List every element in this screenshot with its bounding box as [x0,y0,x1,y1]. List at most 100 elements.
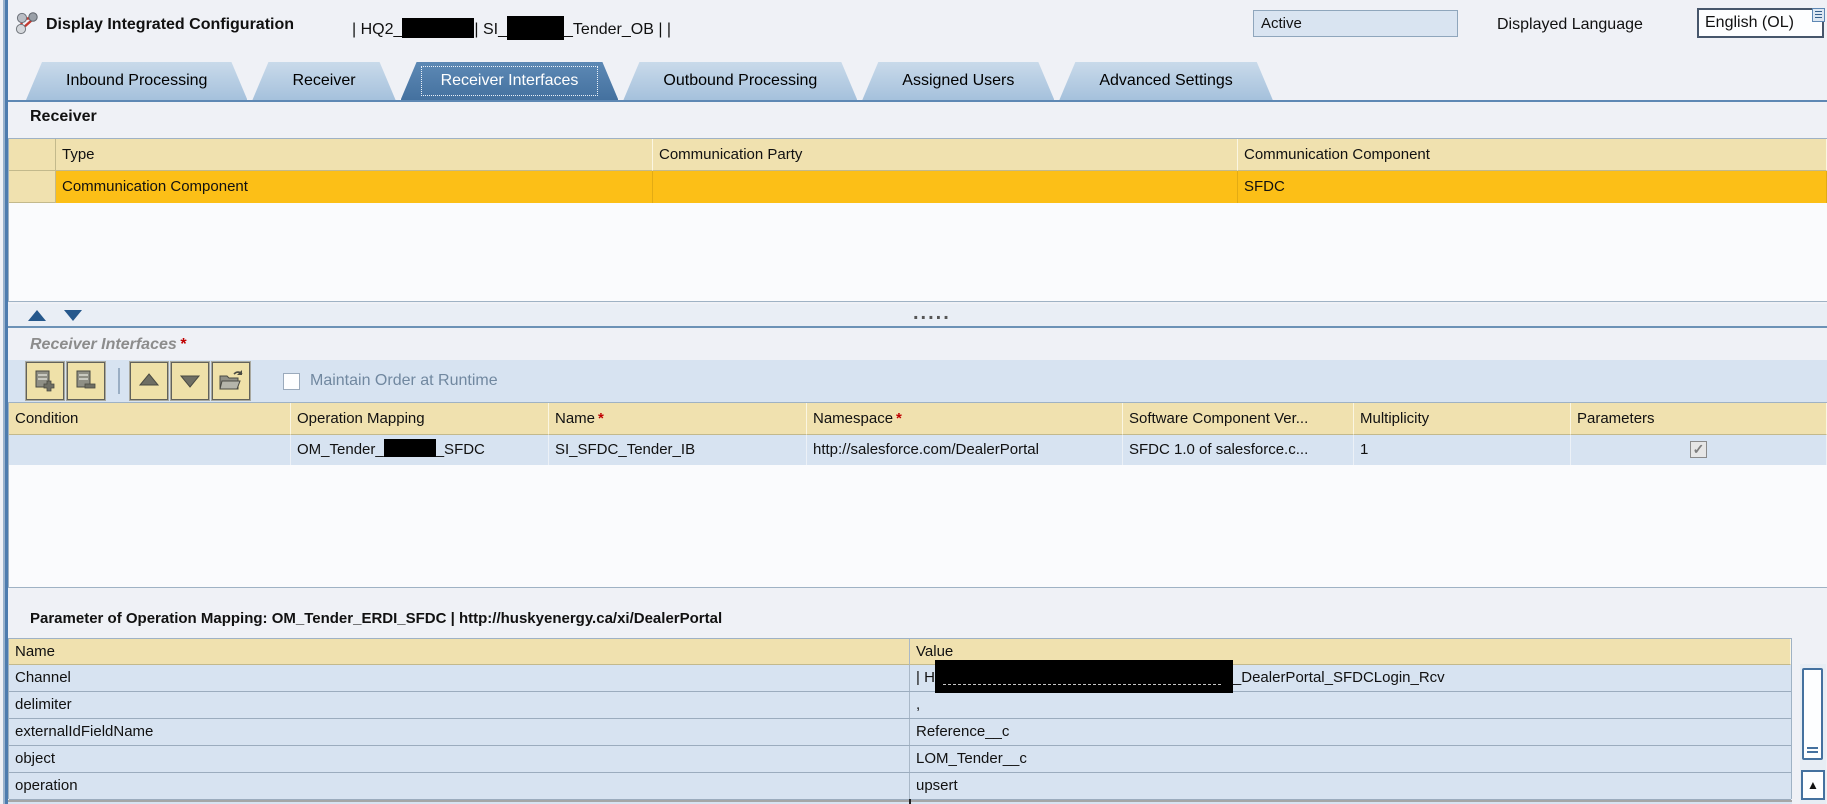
tab-receiver-interfaces[interactable]: Receiver Interfaces [401,62,619,100]
redaction-box [384,439,436,457]
cell-communication-component: SFDC [1238,171,1827,203]
open-object-button[interactable] [212,362,250,400]
move-up-icon [136,368,162,394]
cell-namespace: http://salesforce.com/DealerPortal [807,435,1123,465]
receiver-interfaces-header: Condition Operation Mapping Name* Namesp… [9,403,1827,435]
col-operation-mapping: Operation Mapping [291,403,549,435]
collapse-down-icon[interactable] [64,310,82,321]
cell-operation-mapping: OM_Tender_ _SFDC [291,435,549,465]
channel-value-prefix: | H [916,669,935,686]
row-selector-header [9,139,56,171]
maintain-order-checkbox[interactable] [283,373,300,390]
path-segment: | HQ2_ [352,21,402,38]
col-communication-party: Communication Party [653,139,1238,171]
receiver-interfaces-toolbar: Maintain Order at Runtime [8,360,1827,402]
parameter-row-delimiter[interactable]: delimiter , [9,692,1791,719]
splitter-drag-handle[interactable]: ..... [913,302,951,325]
om-prefix: OM_Tender_ [297,441,384,458]
parameter-row-object[interactable]: object LOM_Tender__c [9,746,1791,773]
parameter-section-title: Parameter of Operation Mapping: OM_Tende… [30,610,722,627]
cell-parameter-name: delimiter [9,692,910,718]
integrated-configuration-icon [14,11,41,42]
cell-parameter-name: externalIdFieldName [9,719,910,745]
parameter-table-scrollbar[interactable]: ▲ [1800,664,1826,804]
cell-communication-party [653,171,1238,203]
tab-assigned-users[interactable]: Assigned Users [862,62,1054,100]
maintain-order-label: Maintain Order at Runtime [310,372,498,390]
cell-name: SI_SFDC_Tender_IB [549,435,807,465]
cell-parameters: ✓ [1571,435,1827,465]
toolbar-separator [118,368,120,394]
cell-parameter-value: Reference__c [910,719,1791,745]
required-mark: * [896,410,902,427]
col-condition: Condition [9,403,291,435]
channel-value-suffix: _DealerPortal_SFDCLogin_Rcv [1233,669,1445,686]
parameter-row-externalidfieldname[interactable]: externalIdFieldName Reference__c [9,719,1791,746]
scroll-up-button[interactable]: ▲ [1801,770,1825,800]
col-software-component-version: Software Component Ver... [1123,403,1354,435]
col-label: Name [555,410,595,427]
tab-label: Advanced Settings [1099,72,1232,89]
move-up-button[interactable] [130,362,168,400]
move-down-button[interactable] [171,362,209,400]
left-rail-accent [5,0,8,804]
clipped-column-divider [909,799,911,804]
section-title-text: Receiver Interfaces [30,336,177,353]
move-down-icon [177,368,203,394]
insert-row-icon [32,368,58,394]
receiver-table: Type Communication Party Communication C… [8,138,1827,302]
cell-software-component-version: SFDC 1.0 of salesforce.c... [1123,435,1354,465]
language-dropdown[interactable]: English (OL) [1697,8,1824,38]
required-mark: * [180,336,186,353]
receiver-interfaces-section-title: Receiver Interfaces* [30,336,186,354]
row-selector-cell[interactable] [9,171,56,203]
path-segment: _Tender_OB | | [564,21,671,38]
receiver-interface-row[interactable]: OM_Tender_ _SFDC SI_SFDC_Tender_IB http:/… [9,435,1827,465]
parameter-table-header: Name Value [9,639,1791,665]
col-type: Type [56,139,653,171]
language-value: English (OL) [1705,14,1794,31]
clipped-next-row [8,800,1792,804]
parameters-checkbox-checked[interactable]: ✓ [1690,441,1707,458]
tab-focus-outline [421,66,599,96]
delete-row-icon [73,368,99,394]
tab-receiver[interactable]: Receiver [252,62,395,100]
tab-label: Outbound Processing [663,72,817,89]
parameter-row-channel[interactable]: Channel | H _DealerPortal_SFDCLogin_Rcv [9,665,1791,692]
tab-inbound-processing[interactable]: Inbound Processing [26,62,247,100]
redaction-box [507,16,564,40]
receiver-interfaces-empty-area [9,465,1827,587]
content-top-border [3,100,1827,102]
receiver-section-title: Receiver [30,108,97,126]
om-suffix: _SFDC [436,441,485,458]
cell-parameter-value: | H _DealerPortal_SFDCLogin_Rcv [910,665,1791,691]
redaction-box [402,18,474,38]
tab-label: Assigned Users [902,72,1014,89]
page-title: Display Integrated Configuration [46,16,294,34]
collapse-up-icon[interactable] [28,310,46,321]
receiver-table-header: Type Communication Party Communication C… [9,139,1827,171]
delete-row-button[interactable] [67,362,105,400]
cell-multiplicity: 1 [1354,435,1571,465]
receiver-row-selected[interactable]: Communication Component SFDC [9,171,1827,203]
object-key-path: | HQ2_ | SI_ _Tender_OB | | [352,16,671,40]
cell-parameter-value: , [910,692,1791,718]
redaction-box [935,660,1233,693]
required-mark: * [598,410,604,427]
cell-parameter-name: object [9,746,910,772]
scrollbar-thumb[interactable] [1802,668,1823,760]
cell-condition [9,435,291,465]
col-name: Name* [549,403,807,435]
insert-row-button[interactable] [26,362,64,400]
tab-outbound-processing[interactable]: Outbound Processing [623,62,857,100]
tab-advanced-settings[interactable]: Advanced Settings [1059,62,1272,100]
parameter-row-operation[interactable]: operation upsert [9,773,1791,800]
cell-type: Communication Component [56,171,653,203]
tab-label: Receiver [292,72,355,89]
path-segment: | SI_ [474,21,507,38]
col-namespace: Namespace* [807,403,1123,435]
cell-parameter-value: LOM_Tender__c [910,746,1791,772]
cell-parameter-name: Channel [9,665,910,691]
pane-splitter[interactable]: ..... [8,304,1827,328]
dropdown-list-icon[interactable] [1812,8,1825,22]
